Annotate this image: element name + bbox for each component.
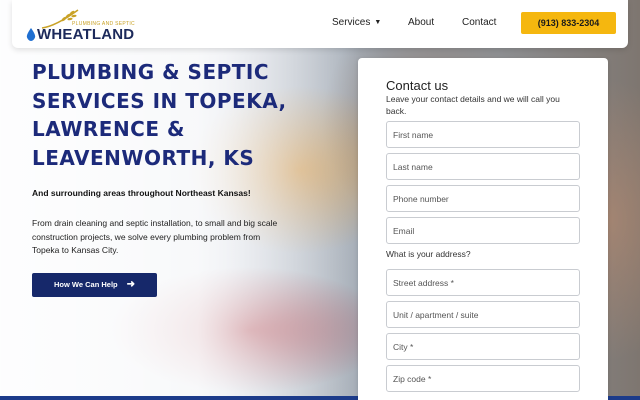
logo-wordmark: WHEATLAND (37, 26, 135, 43)
street-address-field[interactable] (386, 269, 580, 296)
nav-services-label: Services (332, 17, 371, 28)
site-header: PLUMBING AND SEPTIC WHEATLAND Services ▼ … (12, 0, 628, 48)
water-drop-icon (26, 28, 36, 41)
unit-field[interactable] (386, 301, 580, 328)
address-label: What is your address? (386, 249, 471, 259)
phone-button[interactable]: (913) 833-2304 (521, 12, 616, 34)
nav-about[interactable]: About (408, 17, 434, 28)
hero-description: From drain cleaning and septic installat… (32, 218, 278, 255)
zip-code-field[interactable] (386, 365, 580, 392)
hero-title: PLUMBING & SEPTIC SERVICES IN TOPEKA, LA… (32, 60, 287, 170)
last-name-field[interactable] (386, 153, 580, 180)
first-name-field[interactable] (386, 121, 580, 148)
cta-label: How We Can Help (54, 280, 118, 289)
site-logo[interactable]: PLUMBING AND SEPTIC WHEATLAND (26, 8, 136, 44)
city-field[interactable] (386, 333, 580, 360)
how-we-can-help-button[interactable]: How We Can Help ➜ (32, 273, 157, 297)
nav-contact[interactable]: Contact (462, 17, 496, 28)
hero-subtitle: And surrounding areas throughout Northea… (32, 188, 251, 198)
email-field[interactable] (386, 217, 580, 244)
contact-form-title: Contact us (386, 78, 449, 93)
nav-services[interactable]: Services ▼ (332, 17, 381, 28)
contact-form-panel: Contact us Leave your contact details an… (358, 58, 608, 400)
arrow-right-icon: ➜ (126, 279, 135, 290)
contact-form-intro: Leave your contact details and we will c… (386, 94, 560, 116)
phone-field[interactable] (386, 185, 580, 212)
chevron-down-icon: ▼ (374, 19, 382, 26)
